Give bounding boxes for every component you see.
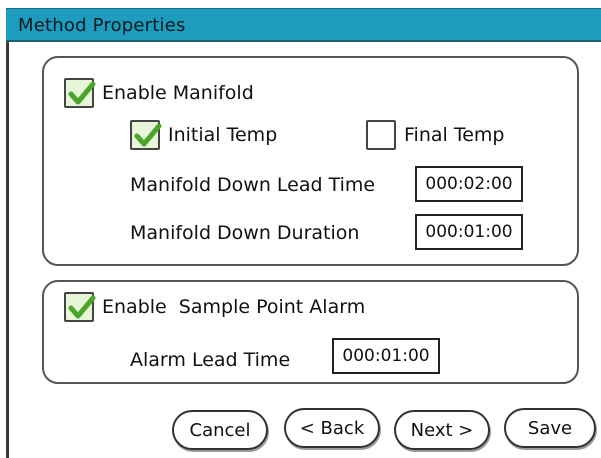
enable-alarm-checkbox[interactable] xyxy=(64,292,96,322)
check-mark-icon xyxy=(134,123,162,147)
enable-manifold-row[interactable]: Enable Manifold xyxy=(64,78,254,108)
final-temp-checkbox[interactable] xyxy=(366,120,396,150)
initial-temp-row[interactable]: Initial Temp xyxy=(130,120,277,150)
enable-manifold-label: Enable Manifold xyxy=(102,82,254,104)
title-bar: Method Properties xyxy=(6,8,601,42)
check-mark-icon xyxy=(68,295,96,319)
next-button[interactable]: Next > xyxy=(394,410,490,450)
final-temp-row[interactable]: Final Temp xyxy=(366,120,504,150)
enable-alarm-label: Enable Sample Point Alarm xyxy=(102,296,366,318)
initial-temp-checkbox[interactable] xyxy=(130,120,162,150)
manifold-duration-label: Manifold Down Duration xyxy=(130,222,360,244)
alarm-lead-time-input[interactable]: 000:01:00 xyxy=(332,338,440,374)
initial-temp-label: Initial Temp xyxy=(168,124,278,146)
manifold-duration-input[interactable]: 000:01:00 xyxy=(415,214,523,250)
cancel-button[interactable]: Cancel xyxy=(172,410,268,450)
window-title: Method Properties xyxy=(18,15,186,36)
check-mark-icon xyxy=(68,81,96,105)
save-button[interactable]: Save xyxy=(504,408,596,448)
enable-manifold-checkbox[interactable] xyxy=(64,78,96,108)
enable-alarm-row[interactable]: Enable Sample Point Alarm xyxy=(64,292,365,322)
manifold-lead-time-input[interactable]: 000:02:00 xyxy=(415,166,523,202)
back-button[interactable]: < Back xyxy=(284,408,380,448)
alarm-lead-time-label: Alarm Lead Time xyxy=(130,349,291,371)
final-temp-label: Final Temp xyxy=(404,124,505,146)
manifold-lead-time-label: Manifold Down Lead Time xyxy=(130,174,376,196)
